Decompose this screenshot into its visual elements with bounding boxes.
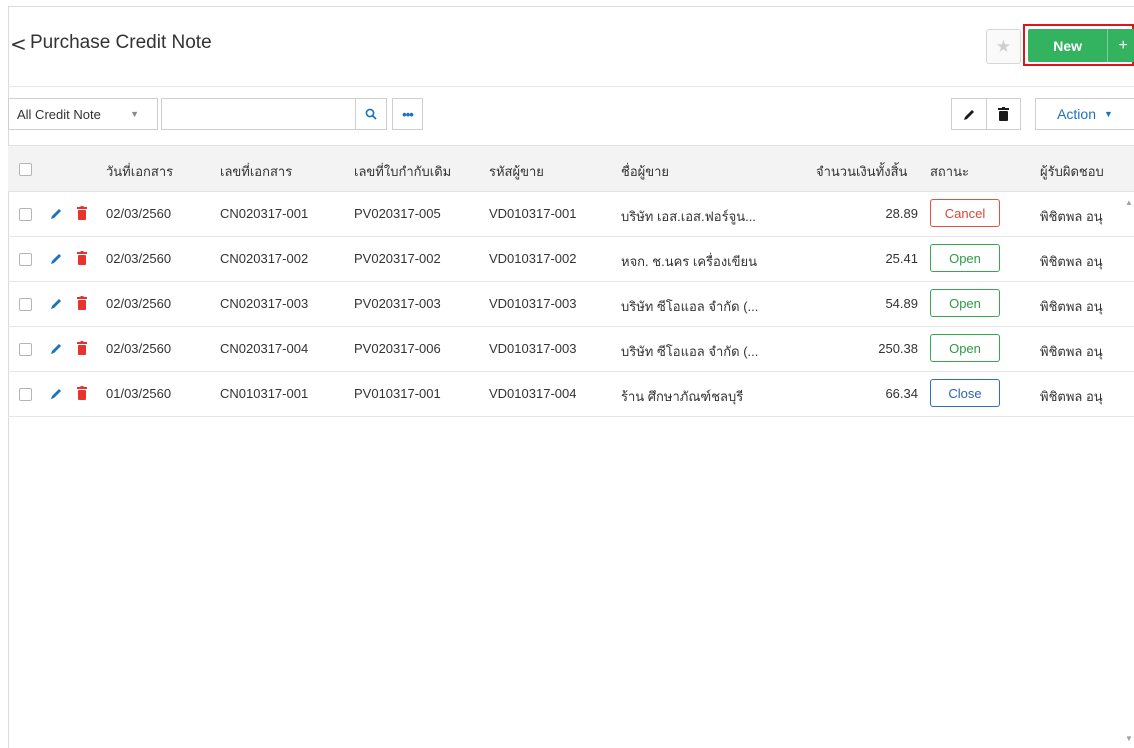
new-button[interactable]: New +	[1028, 29, 1134, 62]
pencil-icon[interactable]	[50, 252, 63, 265]
cell-date: 01/03/2560	[106, 386, 172, 401]
new-button-label[interactable]: New	[1028, 29, 1107, 62]
col-vendor-code[interactable]: รหัสผู้ขาย	[489, 161, 544, 182]
caret-down-icon: ▼	[130, 109, 139, 119]
scroll-down-icon[interactable]: ▼	[1125, 734, 1133, 743]
more-options-button[interactable]: •••	[392, 98, 423, 130]
trash-icon[interactable]	[77, 296, 87, 310]
favorite-button[interactable]: ★	[986, 29, 1021, 64]
row-checkbox[interactable]	[19, 208, 32, 221]
row-checkbox[interactable]	[19, 343, 32, 356]
col-ref-no[interactable]: เลขที่ใบกำกับเดิม	[354, 161, 451, 182]
trash-icon[interactable]	[77, 341, 87, 355]
search-icon	[365, 108, 377, 120]
status-badge[interactable]: Cancel	[930, 199, 1000, 227]
table-scrollbar[interactable]: ▲ ▼	[1125, 192, 1134, 747]
cell-amount: 250.38	[878, 341, 918, 356]
cell-ref-no: PV020317-003	[354, 296, 441, 311]
select-all-checkbox[interactable]	[19, 163, 32, 176]
cell-vendor-code: VD010317-001	[489, 206, 577, 221]
table-row[interactable]: 01/03/2560 CN010317-001 PV010317-001 VD0…	[8, 372, 1134, 417]
table-header: วันที่เอกสาร เลขที่เอกสาร เลขที่ใบกำกับเ…	[8, 145, 1134, 192]
scroll-up-icon[interactable]: ▲	[1125, 198, 1133, 207]
cell-amount: 54.89	[885, 296, 918, 311]
cell-owner: พิชิตพล อนุ	[1040, 254, 1103, 269]
status-badge[interactable]: Open	[930, 244, 1000, 272]
table-row[interactable]: 02/03/2560 CN020317-001 PV020317-005 VD0…	[8, 192, 1134, 237]
row-checkbox[interactable]	[19, 298, 32, 311]
cell-amount: 66.34	[885, 386, 918, 401]
page-header: < Purchase Credit Note ★ New +	[8, 6, 1134, 86]
cell-amount: 25.41	[885, 251, 918, 266]
cell-vendor-code: VD010317-003	[489, 341, 577, 356]
cell-vendor-name: ร้าน ศึกษาภัณฑ์ชลบุรี	[621, 389, 744, 404]
cell-vendor-name: บริษัท ซีโอแอล จำกัด (...	[621, 344, 759, 359]
cell-ref-no: PV020317-006	[354, 341, 441, 356]
page-title: Purchase Credit Note	[30, 32, 212, 53]
trash-icon[interactable]	[77, 386, 87, 400]
cell-owner: พิชิตพล อนุ	[1040, 209, 1103, 224]
cell-ref-no: PV020317-002	[354, 251, 441, 266]
trash-icon	[998, 107, 1009, 121]
cell-owner: พิชิตพล อนุ	[1040, 389, 1103, 404]
header-divider	[8, 86, 1134, 87]
pencil-icon[interactable]	[50, 342, 63, 355]
star-icon: ★	[995, 36, 1012, 57]
bulk-delete-button[interactable]	[986, 98, 1021, 130]
filter-value: All Credit Note	[17, 106, 101, 122]
cell-date: 02/03/2560	[106, 251, 172, 266]
filter-select[interactable]: All Credit Note ▼	[8, 98, 158, 130]
cell-vendor-code: VD010317-003	[489, 296, 577, 311]
col-status[interactable]: สถานะ	[930, 161, 969, 182]
cell-vendor-code: VD010317-004	[489, 386, 577, 401]
cell-ref-no: PV020317-005	[354, 206, 441, 221]
col-doc-no[interactable]: เลขที่เอกสาร	[220, 161, 292, 182]
row-checkbox[interactable]	[19, 388, 32, 401]
cell-doc-no: CN020317-003	[220, 296, 309, 311]
cell-date: 02/03/2560	[106, 341, 172, 356]
pencil-icon	[963, 109, 974, 120]
cell-vendor-name: บริษัท เอส.เอส.ฟอร์จูน...	[621, 209, 756, 224]
more-icon: •••	[402, 106, 414, 122]
status-badge[interactable]: Open	[930, 334, 1000, 362]
cell-date: 02/03/2560	[106, 206, 172, 221]
plus-icon[interactable]: +	[1107, 29, 1134, 62]
table-row[interactable]: 02/03/2560 CN020317-003 PV020317-003 VD0…	[8, 282, 1134, 327]
back-icon[interactable]: <	[10, 32, 27, 56]
col-vendor-name[interactable]: ชื่อผู้ขาย	[621, 161, 669, 182]
pencil-icon[interactable]	[50, 207, 63, 220]
action-menu-button[interactable]: Action ▼	[1035, 98, 1134, 130]
cell-doc-no: CN020317-004	[220, 341, 309, 356]
caret-down-icon: ▼	[1104, 109, 1113, 119]
cell-vendor-name: บริษัท ซีโอแอล จำกัด (...	[621, 299, 759, 314]
row-checkbox[interactable]	[19, 253, 32, 266]
cell-vendor-code: VD010317-002	[489, 251, 577, 266]
credit-note-table: วันที่เอกสาร เลขที่เอกสาร เลขที่ใบกำกับเ…	[8, 145, 1134, 747]
cell-date: 02/03/2560	[106, 296, 172, 311]
col-amount[interactable]: จำนวนเงินทั้งสิ้น	[816, 161, 907, 182]
cell-ref-no: PV010317-001	[354, 386, 441, 401]
status-badge[interactable]: Open	[930, 289, 1000, 317]
pencil-icon[interactable]	[50, 297, 63, 310]
col-doc-date[interactable]: วันที่เอกสาร	[106, 161, 173, 182]
trash-icon[interactable]	[77, 206, 87, 220]
pencil-icon[interactable]	[50, 387, 63, 400]
trash-icon[interactable]	[77, 251, 87, 265]
action-label: Action	[1057, 106, 1096, 122]
cell-owner: พิชิตพล อนุ	[1040, 344, 1103, 359]
table-row[interactable]: 02/03/2560 CN020317-004 PV020317-006 VD0…	[8, 327, 1134, 372]
col-owner[interactable]: ผู้รับผิดชอบ	[1040, 161, 1104, 182]
search-input[interactable]	[161, 98, 356, 130]
table-row[interactable]: 02/03/2560 CN020317-002 PV020317-002 VD0…	[8, 237, 1134, 282]
cell-doc-no: CN020317-001	[220, 206, 309, 221]
search-button[interactable]	[355, 98, 387, 130]
cell-vendor-name: หจก. ช.นคร เครื่องเขียน	[621, 254, 758, 269]
toolbar: All Credit Note ▼ ••• Action ▼	[8, 98, 1134, 132]
cell-amount: 28.89	[885, 206, 918, 221]
cell-owner: พิชิตพล อนุ	[1040, 299, 1103, 314]
cell-doc-no: CN020317-002	[220, 251, 309, 266]
bulk-edit-button[interactable]	[951, 98, 986, 130]
status-badge[interactable]: Close	[930, 379, 1000, 407]
cell-doc-no: CN010317-001	[220, 386, 309, 401]
